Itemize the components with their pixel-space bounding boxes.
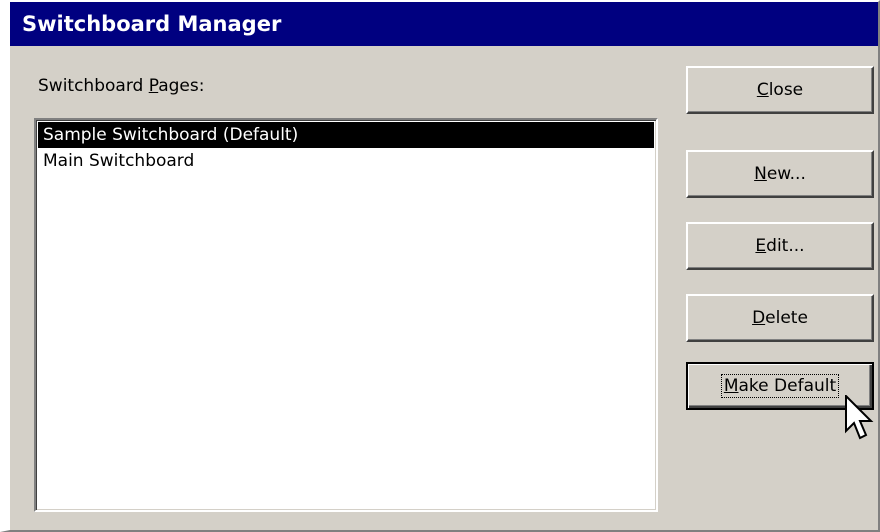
list-item-sample-switchboard[interactable]: Sample Switchboard (Default) (38, 122, 654, 148)
edit-button[interactable]: Edit... (686, 222, 874, 270)
delete-button[interactable]: Delete (686, 294, 874, 342)
list-item-main-switchboard[interactable]: Main Switchboard (38, 148, 654, 174)
switchboard-pages-label: Switchboard Pages: (38, 76, 205, 96)
switchboard-pages-list[interactable]: Sample Switchboard (Default) Main Switch… (34, 118, 658, 512)
new-button[interactable]: New... (686, 150, 874, 198)
close-button[interactable]: Close (686, 66, 874, 114)
window-title: Switchboard Manager (22, 12, 282, 36)
switchboard-manager-dialog: Switchboard Manager Switchboard Pages: S… (0, 0, 880, 532)
title-bar[interactable]: Switchboard Manager (10, 2, 878, 46)
focus-rectangle: Make Default (720, 374, 840, 398)
arrow-pointer-icon (845, 395, 874, 440)
